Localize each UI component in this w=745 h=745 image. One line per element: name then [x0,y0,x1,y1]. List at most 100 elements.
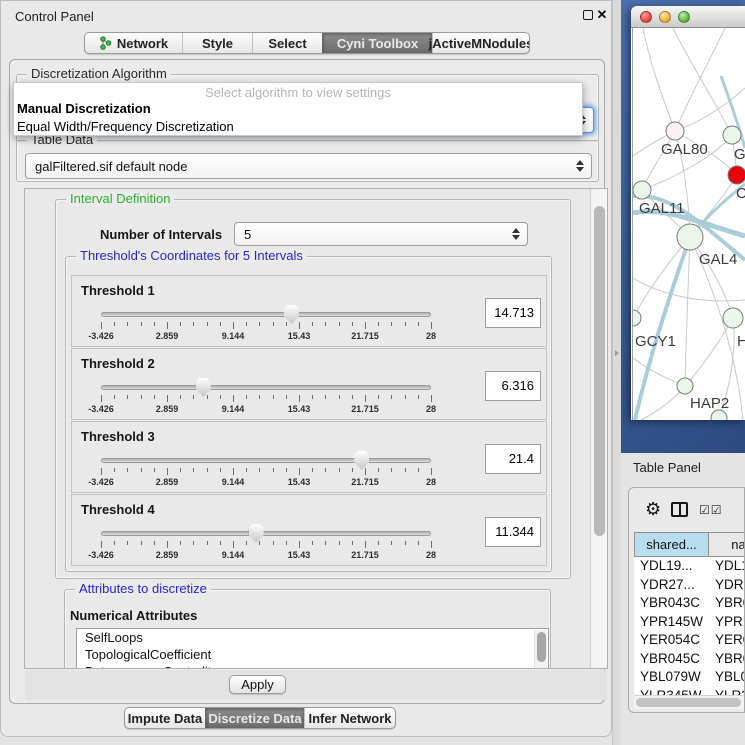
GAL80-node[interactable] [666,122,684,140]
split-panel-icon[interactable] [671,502,688,517]
column-header-na[interactable]: na [709,532,745,557]
cell-name: YDL19 [709,557,745,576]
float-window-icon[interactable] [583,10,593,20]
threshold-slider-track[interactable] [101,531,431,536]
threshold-value-field[interactable]: 11.344 [485,517,541,547]
threshold-slider-track[interactable] [101,385,431,390]
panel-divider[interactable] [612,0,621,745]
dropdown-item-manual-discretization[interactable]: Manual Discretization [14,100,582,118]
table-panel: ⚙ ☑☑ shared...naYDL19...YDL19YDR27...YDR… [628,487,745,713]
tick-mark [233,322,234,329]
network-edge[interactable] [690,237,733,318]
zoom-traffic-light-icon[interactable] [678,11,690,23]
number-of-intervals-combobox[interactable]: 5 [234,222,528,246]
tab-cyni-toolbox[interactable]: Cyni Toolbox [322,33,432,53]
tick-mark [378,395,379,399]
tab-network[interactable]: Network [85,33,182,53]
tab-discretize-data[interactable]: Discretize Data [205,708,304,728]
tick-mark [391,395,392,399]
node[interactable] [723,126,741,144]
tick-label: 9.144 [222,550,245,560]
numerical-attributes-list[interactable]: SelfLoopsTopologicalCoefficientBetweenne… [76,628,549,669]
tab-impute-data[interactable]: Impute Data [125,708,205,728]
network-edge[interactable] [685,237,690,386]
attribute-item-betweennesscentrality[interactable]: BetweennessCentrality [77,663,548,669]
tick-label: 28 [426,404,436,414]
attributes-list-scrollbar[interactable] [534,630,547,669]
apply-button[interactable]: Apply [229,675,286,694]
tick-mark [154,468,155,472]
HAP2-node[interactable] [677,378,693,394]
dropdown-item-equal-width-frequency-discretization[interactable]: Equal Width/Frequency Discretization [14,118,582,136]
red-node[interactable] [728,166,745,184]
threshold-slider-track[interactable] [101,458,431,463]
tick-mark [312,541,313,545]
network-edge[interactable] [633,237,690,318]
gear-icon[interactable]: ⚙ [645,500,661,518]
network-canvas[interactable]: GAL80GACGAL11GAL4GCY1HHAP2 [632,28,745,420]
node[interactable] [723,308,743,328]
table-row[interactable]: YBL079WYBL07 [634,668,745,687]
table-row[interactable]: YBR045CYBR04 [634,650,745,669]
tick-label: -3.426 [88,331,114,341]
network-edge[interactable] [643,28,675,131]
threshold-slider-track[interactable] [101,312,431,317]
cell-shared-name: YBR045C [634,650,709,669]
cell-shared-name: YDL19... [634,557,709,576]
node-label-gal11: GAL11 [639,200,685,217]
network-edge[interactable] [685,318,733,386]
node-label-c: C [736,185,745,202]
attribute-item-topologicalcoefficient[interactable]: TopologicalCoefficient [77,646,548,663]
table-row[interactable]: YER054CYER05 [634,631,745,650]
column-header-shared[interactable]: shared... [634,532,709,557]
network-edge[interactable] [633,358,685,386]
divider-collapse-arrow-icon[interactable] [615,350,619,356]
network-window-titlebar[interactable] [631,6,745,28]
column-checkbox-icons[interactable]: ☑☑ [699,503,723,517]
tick-mark [233,541,234,548]
threshold-value-field[interactable]: 21.4 [485,444,541,474]
tab-infer-network[interactable]: Infer Network [304,708,395,728]
control-panel-title: Control Panel [15,9,94,24]
threshold-slider-thumb[interactable] [249,524,264,543]
threshold-slider-thumb[interactable] [196,378,211,397]
tick-label: 21.715 [351,477,379,487]
table-row[interactable]: YPR145WYPR14 [634,613,745,632]
tick-mark [259,468,260,472]
table-data-combobox[interactable]: galFiltered.sif default node [25,153,592,179]
network-edge[interactable] [675,28,725,131]
minimize-traffic-light-icon[interactable] [659,11,671,23]
close-icon[interactable]: ✕ [594,7,610,23]
threshold-value-field[interactable]: 14.713 [485,298,541,328]
tick-mark [220,322,221,326]
attribute-item-selfloops[interactable]: SelfLoops [77,629,548,646]
threshold-slider-thumb[interactable] [354,451,369,470]
tick-mark [180,395,181,399]
GCY1-node[interactable] [633,310,641,326]
table-row[interactable]: YDL19...YDL19 [634,557,745,576]
dropdown-placeholder-item[interactable]: Select algorithm to view settings [14,83,582,100]
tab-style[interactable]: Style [182,33,252,53]
tick-mark [101,395,102,402]
tick-mark [391,541,392,545]
attributes-group-label: Attributes to discretize [75,582,211,596]
node-attribute-table[interactable]: shared...naYDL19...YDL19YDR27...YDR27YBR… [634,532,745,695]
table-horizontal-scrollbar[interactable] [634,695,745,709]
tick-mark [299,468,300,475]
bottom-tab-bar: Impute DataDiscretize DataInfer Network [124,707,396,729]
GAL4-node[interactable] [677,224,703,250]
tick-mark [339,395,340,399]
tick-mark [405,541,406,545]
combo-arrows-icon [576,160,584,172]
close-traffic-light-icon[interactable] [640,11,652,23]
node-label-gal80: GAL80 [661,141,708,158]
threshold-value-field[interactable]: 6.316 [485,371,541,401]
tab-label: Cyni Toolbox [337,36,418,51]
table-row[interactable]: YDR27...YDR27 [634,576,745,595]
tab-jactivemnodules[interactable]: jActiveMNodules [432,33,529,53]
table-row[interactable]: YBR043CYBR04 [634,594,745,613]
GAL11-node[interactable] [633,181,651,199]
table-row[interactable]: YLR345WYLR34 [634,687,745,696]
settings-vertical-scrollbar[interactable] [590,189,607,668]
tab-select[interactable]: Select [252,33,322,53]
